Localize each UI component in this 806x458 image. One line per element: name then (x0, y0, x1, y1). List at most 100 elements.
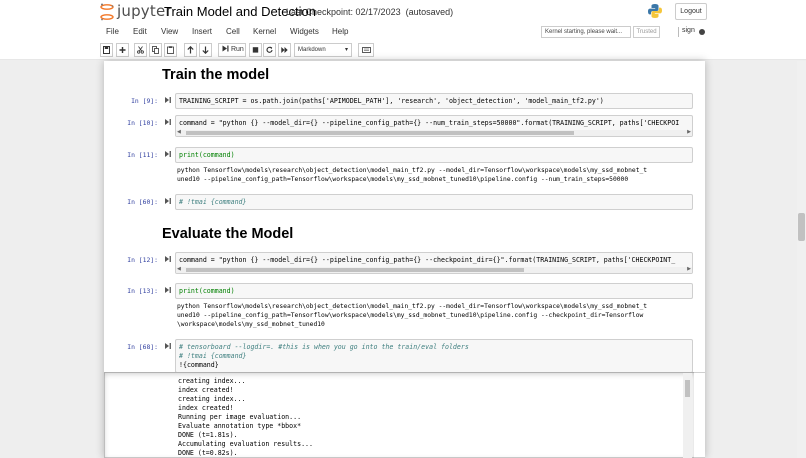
code-cell-13[interactable]: print(command) (175, 283, 693, 299)
run-cell-icon[interactable] (164, 118, 172, 126)
code-cell-68[interactable]: # tensorboard --logdir=. #this is when y… (175, 339, 693, 373)
cell-prompt: In [60]: (127, 198, 158, 206)
run-cell-icon[interactable] (164, 255, 172, 263)
horizontal-scrollbar[interactable]: ◀ ▶ (176, 266, 692, 273)
run-button-label: Run (230, 46, 244, 53)
jupyter-logo-icon[interactable] (100, 3, 114, 21)
code-line: print(command) (179, 151, 235, 159)
interrupt-button[interactable] (249, 43, 262, 57)
scrollbar-thumb[interactable] (186, 268, 524, 272)
menu-edit[interactable]: Edit (133, 27, 147, 36)
menu-view[interactable]: View (161, 27, 178, 36)
move-down-button[interactable] (199, 43, 212, 57)
notebook-container: Train the model In [9]: TRAINING_SCRIPT … (104, 61, 705, 458)
restart-kernel-button[interactable] (263, 43, 276, 57)
menu-widgets[interactable]: Widgets (290, 27, 319, 36)
fast-forward-icon (281, 47, 288, 53)
save-button[interactable] (100, 43, 113, 57)
run-button[interactable]: Run (218, 43, 246, 57)
kernel-name[interactable]: sign (682, 27, 695, 34)
cell-prompt: In [13]: (127, 287, 158, 295)
horizontal-scrollbar[interactable]: ◀ ▶ (176, 129, 692, 136)
cell-prompt: In [12]: (127, 256, 158, 264)
autosave-text: (autosaved) (405, 7, 454, 17)
output-shadow (104, 372, 694, 458)
cell-prompt: In [68]: (127, 343, 158, 351)
kernel-status-indicator: Kernel starting, please wait... (541, 26, 631, 38)
restart-run-all-button[interactable] (278, 43, 291, 57)
checkpoint-text: Last Checkpoint: 02/17/2023 (286, 7, 401, 17)
arrow-down-icon (202, 46, 209, 54)
output-scrollbar-thumb[interactable] (685, 380, 690, 397)
menu-help[interactable]: Help (332, 27, 348, 36)
code-line: print(command) (179, 287, 235, 295)
step-forward-icon (222, 45, 229, 52)
chevron-down-icon: ▾ (344, 47, 348, 53)
notebook-header: jupyter Train Model and Detection Last C… (0, 0, 806, 60)
code-line: # !tmai {command} (179, 352, 247, 360)
cell-type-select[interactable]: Markdown ▾ (294, 43, 352, 57)
copy-icon (152, 46, 159, 54)
code-line: # tensorboard --logdir=. #this is when y… (179, 343, 469, 351)
code-cell-11[interactable]: print(command) (175, 147, 693, 163)
heading-evaluate-the-model[interactable]: Evaluate the Model (162, 226, 293, 242)
heading-train-the-model[interactable]: Train the model (162, 67, 269, 83)
header-top-row: jupyter Train Model and Detection Last C… (0, 0, 806, 24)
scissors-icon (137, 46, 144, 54)
run-cell-icon[interactable] (164, 150, 172, 158)
paste-button[interactable] (164, 43, 177, 57)
run-cell-icon[interactable] (164, 197, 172, 205)
trusted-indicator[interactable]: Trusted (633, 26, 660, 38)
output-line: \workspace\models\my_ssd_mobnet_tuned10 (177, 321, 325, 328)
plus-icon (119, 47, 126, 53)
scrollbar-thumb[interactable] (186, 131, 574, 135)
command-palette-button[interactable] (358, 43, 374, 57)
move-up-button[interactable] (184, 43, 197, 57)
kernel-separator (678, 27, 679, 37)
cell-prompt: In [9]: (131, 97, 158, 105)
save-icon (103, 46, 110, 54)
scroll-left-icon[interactable]: ◀ (177, 129, 181, 135)
run-cell-icon[interactable] (164, 96, 172, 104)
page-scrollbar-thumb[interactable] (798, 213, 805, 241)
code-cell-12[interactable]: command = "python {} --model_dir={} --pi… (175, 252, 693, 274)
cell-prompt: In [11]: (127, 151, 158, 159)
python-logo-icon (648, 4, 662, 18)
code-line: TRAINING_SCRIPT = os.path.join(paths['AP… (179, 97, 604, 105)
restart-icon (266, 46, 273, 53)
scroll-left-icon[interactable]: ◀ (177, 266, 181, 272)
menu-file[interactable]: File (106, 27, 119, 36)
cut-button[interactable] (134, 43, 147, 57)
run-cell-icon[interactable] (164, 342, 172, 350)
cell-prompt: In [10]: (127, 119, 158, 127)
insert-cell-button[interactable] (116, 43, 129, 57)
page-vertical-scrollbar[interactable] (797, 61, 806, 458)
scroll-right-icon[interactable]: ▶ (687, 129, 691, 135)
notebook-toolbar: Run Markdown ▾ (0, 42, 806, 59)
run-cell-icon[interactable] (164, 286, 172, 294)
stop-icon (252, 47, 259, 53)
code-line: command = "python {} --model_dir={} --pi… (179, 256, 676, 264)
kernel-busy-icon (699, 29, 705, 35)
menu-cell[interactable]: Cell (226, 27, 240, 36)
keyboard-icon (361, 47, 371, 53)
menu-insert[interactable]: Insert (192, 27, 212, 36)
code-cell-10[interactable]: command = "python {} --model_dir={} --pi… (175, 115, 693, 137)
cell-type-value: Markdown (298, 47, 326, 53)
code-line: command = "python {} --model_dir={} --pi… (179, 119, 680, 127)
output-line: uned10 --pipeline_config_path=Tensorflow… (177, 312, 644, 319)
code-line: # !tmai {command} (179, 198, 247, 206)
paste-icon (167, 46, 174, 54)
output-line: python Tensorflow\models\research\object… (177, 167, 648, 174)
copy-button[interactable] (149, 43, 162, 57)
code-line: !{command} (179, 361, 219, 369)
arrow-up-icon (187, 46, 194, 54)
scroll-right-icon[interactable]: ▶ (687, 266, 691, 272)
code-cell-60[interactable]: # !tmai {command} (175, 194, 693, 210)
logout-button[interactable]: Logout (675, 3, 707, 20)
menu-kernel[interactable]: Kernel (253, 27, 276, 36)
checkpoint-status: Last Checkpoint: 02/17/2023 (autosaved) (286, 7, 453, 17)
output-line: uned10 --pipeline_config_path=Tensorflow… (177, 176, 629, 183)
output-line: python Tensorflow\models\research\object… (177, 303, 648, 310)
code-cell-9[interactable]: TRAINING_SCRIPT = os.path.join(paths['AP… (175, 93, 693, 109)
